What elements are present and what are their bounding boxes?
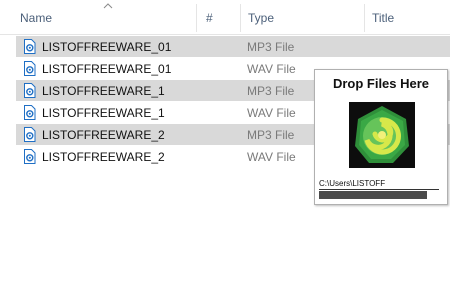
audio-file-icon [24,105,36,120]
column-divider[interactable] [196,4,197,32]
file-type: WAV File [247,62,296,76]
file-type: MP3 File [247,128,295,142]
file-name: LISTOFFREEWARE_1 [42,106,165,120]
audio-file-icon [24,61,36,76]
drop-panel-progress-bar [319,191,427,199]
file-name: LISTOFFREEWARE_2 [42,150,165,164]
file-type: MP3 File [247,40,295,54]
file-type: WAV File [247,106,296,120]
file-name: LISTOFFREEWARE_01 [42,40,172,54]
audio-file-icon [24,127,36,142]
audio-file-icon [24,39,36,54]
column-divider[interactable] [240,4,241,32]
column-divider[interactable] [364,4,365,32]
file-name: LISTOFFREEWARE_1 [42,84,165,98]
file-type: MP3 File [247,84,295,98]
audio-file-icon [24,83,36,98]
drop-panel-path: C:\Users\LISTOFF [319,179,439,190]
audio-file-icon [24,149,36,164]
column-number[interactable]: # [206,11,213,25]
column-type[interactable]: Type [248,11,274,25]
column-title[interactable]: Title [372,11,394,25]
drop-panel-title: Drop Files Here [332,76,430,91]
swirl-logo-icon [349,102,415,168]
file-name: LISTOFFREEWARE_01 [42,62,172,76]
column-header-bar: Name # Type Title [0,0,450,35]
column-name[interactable]: Name [20,11,52,25]
file-row[interactable]: LISTOFFREEWARE_01 MP3 File [16,36,450,57]
file-type: WAV File [247,150,296,164]
drop-files-panel[interactable]: Drop Files Here C:\Users\LISTOFF [314,69,448,205]
sort-ascending-icon[interactable] [103,3,113,9]
file-name: LISTOFFREEWARE_2 [42,128,165,142]
